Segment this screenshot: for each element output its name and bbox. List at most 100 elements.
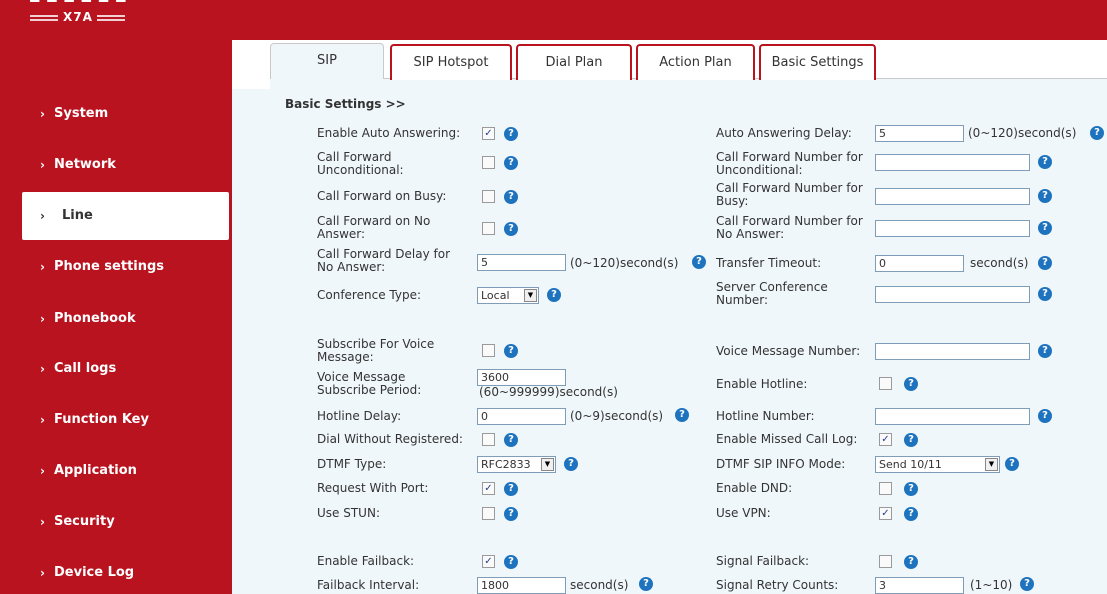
help-icon[interactable]: ? xyxy=(504,190,518,204)
cf-number-no-answer-input[interactable] xyxy=(875,220,1030,237)
enable-auto-answering-checkbox[interactable]: ✓ xyxy=(482,127,495,140)
help-icon[interactable]: ? xyxy=(504,482,518,496)
voice-message-number-input[interactable] xyxy=(875,343,1030,360)
request-with-port-checkbox[interactable]: ✓ xyxy=(482,482,495,495)
tab-sip-hotspot[interactable]: SIP Hotspot xyxy=(390,44,512,80)
transfer-timeout-input[interactable]: 0 xyxy=(875,255,964,272)
request-with-port-label: Request With Port: xyxy=(317,481,429,495)
cf-number-busy-input[interactable] xyxy=(875,188,1030,205)
missed-call-log-checkbox[interactable]: ✓ xyxy=(879,433,892,446)
help-icon[interactable]: ? xyxy=(504,433,518,447)
cf-number-no-answer-label-2: No Answer: xyxy=(716,227,785,241)
help-icon[interactable]: ? xyxy=(904,433,918,447)
auto-answering-delay-input[interactable]: 5 xyxy=(875,125,964,142)
cf-delay-input[interactable]: 5 xyxy=(477,254,566,271)
subscribe-voice-checkbox[interactable] xyxy=(482,344,495,357)
dtmf-type-label: DTMF Type: xyxy=(317,457,387,471)
sidebar-item-device-log[interactable]: › Device Log xyxy=(0,548,228,594)
cf-number-unconditional-input[interactable] xyxy=(875,154,1030,171)
sidebar-item-label: Device Log xyxy=(54,565,135,580)
dropdown-arrow-icon: ▼ xyxy=(985,458,998,471)
sidebar-item-security[interactable]: › Security xyxy=(0,497,228,547)
chevron-right-icon: › xyxy=(40,312,45,326)
sidebar-item-line[interactable]: › Line xyxy=(22,192,229,240)
sidebar-item-call-logs[interactable]: › Call logs xyxy=(0,344,228,394)
cf-busy-checkbox[interactable] xyxy=(482,190,495,203)
sidebar-item-label: System xyxy=(54,106,109,121)
dtmf-sip-info-select[interactable]: Send 10/11 ▼ xyxy=(875,456,1000,473)
help-icon[interactable]: ? xyxy=(1038,189,1052,203)
logo-line-right xyxy=(97,15,125,17)
transfer-timeout-label: Transfer Timeout: xyxy=(716,256,822,270)
sidebar-item-network[interactable]: › Network xyxy=(0,140,228,190)
chevron-right-icon: › xyxy=(40,362,45,376)
sidebar-item-system[interactable]: › System xyxy=(0,89,228,139)
help-icon[interactable]: ? xyxy=(1038,287,1052,301)
sidebar-item-label: Function Key xyxy=(54,412,149,427)
help-icon[interactable]: ? xyxy=(904,555,918,569)
help-icon[interactable]: ? xyxy=(547,288,561,302)
use-stun-checkbox[interactable] xyxy=(482,507,495,520)
sidebar-item-label: Phonebook xyxy=(54,311,136,326)
server-conference-input[interactable] xyxy=(875,286,1030,303)
dtmf-sip-info-label: DTMF SIP INFO Mode: xyxy=(716,457,846,471)
help-icon[interactable]: ? xyxy=(1005,457,1019,471)
help-icon[interactable]: ? xyxy=(692,255,706,269)
failback-interval-input[interactable]: 1800 xyxy=(477,577,566,594)
voice-message-number-label: Voice Message Number: xyxy=(716,344,861,358)
vm-period-input[interactable]: 3600 xyxy=(477,369,566,386)
signal-retry-counts-label: Signal Retry Counts: xyxy=(716,578,839,592)
enable-dnd-checkbox[interactable] xyxy=(879,482,892,495)
help-icon[interactable]: ? xyxy=(904,507,918,521)
help-icon[interactable]: ? xyxy=(904,482,918,496)
tab-label: Basic Settings xyxy=(771,55,864,70)
help-icon[interactable]: ? xyxy=(1090,126,1104,140)
help-icon[interactable]: ? xyxy=(504,127,518,141)
conference-type-value: Local xyxy=(481,289,510,302)
help-icon[interactable]: ? xyxy=(1020,577,1034,591)
help-icon[interactable]: ? xyxy=(504,156,518,170)
hotline-delay-unit: (0~9)second(s) xyxy=(570,409,664,423)
help-icon[interactable]: ? xyxy=(1038,344,1052,358)
help-icon[interactable]: ? xyxy=(639,577,653,591)
tab-dial-plan[interactable]: Dial Plan xyxy=(516,44,632,80)
help-icon[interactable]: ? xyxy=(1038,409,1052,423)
use-vpn-checkbox[interactable]: ✓ xyxy=(879,507,892,520)
help-icon[interactable]: ? xyxy=(504,507,518,521)
help-icon[interactable]: ? xyxy=(675,408,689,422)
hotline-number-input[interactable] xyxy=(875,408,1030,425)
sidebar-item-function-key[interactable]: › Function Key xyxy=(0,395,228,445)
chevron-right-icon: › xyxy=(40,515,45,529)
help-icon[interactable]: ? xyxy=(504,344,518,358)
help-icon[interactable]: ? xyxy=(504,555,518,569)
signal-failback-checkbox[interactable] xyxy=(879,555,892,568)
help-icon[interactable]: ? xyxy=(1038,221,1052,235)
dtmf-sip-info-value: Send 10/11 xyxy=(879,458,942,471)
tab-action-plan[interactable]: Action Plan xyxy=(636,44,755,80)
failback-interval-unit: second(s) xyxy=(570,578,629,592)
conference-type-select[interactable]: Local ▼ xyxy=(477,287,539,304)
dial-without-registered-checkbox[interactable] xyxy=(482,433,495,446)
help-icon[interactable]: ? xyxy=(504,222,518,236)
cf-no-answer-checkbox[interactable] xyxy=(482,222,495,235)
hotline-delay-label: Hotline Delay: xyxy=(317,409,402,423)
help-icon[interactable]: ? xyxy=(1038,155,1052,169)
enable-failback-checkbox[interactable]: ✓ xyxy=(482,555,495,568)
help-icon[interactable]: ? xyxy=(564,457,578,471)
sidebar-item-phonebook[interactable]: › Phonebook xyxy=(0,294,228,344)
help-icon[interactable]: ? xyxy=(904,377,918,391)
cf-unconditional-checkbox[interactable] xyxy=(482,156,495,169)
cf-busy-label: Call Forward on Busy: xyxy=(317,189,447,203)
sidebar-item-phone-settings[interactable]: › Phone settings xyxy=(0,242,228,292)
tab-basic-settings[interactable]: Basic Settings xyxy=(759,44,876,80)
hotline-delay-input[interactable]: 0 xyxy=(477,408,566,425)
enable-hotline-checkbox[interactable] xyxy=(879,377,892,390)
conference-type-label: Conference Type: xyxy=(317,288,421,302)
sidebar-item-application[interactable]: › Application xyxy=(0,446,228,496)
dtmf-type-select[interactable]: RFC2833 ▼ xyxy=(477,456,556,473)
help-icon[interactable]: ? xyxy=(1038,256,1052,270)
tab-sip[interactable]: SIP xyxy=(270,43,384,79)
sidebar-item-label: Line xyxy=(62,208,93,223)
logo-line-right2 xyxy=(97,19,125,21)
signal-retry-counts-input[interactable]: 3 xyxy=(875,577,964,594)
